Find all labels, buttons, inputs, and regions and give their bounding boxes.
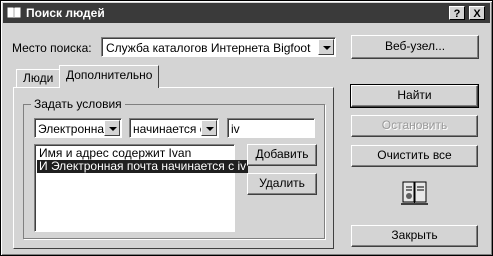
chevron-down-icon[interactable]	[104, 120, 120, 136]
window-title: Поиск людей	[26, 6, 105, 20]
chevron-down-icon[interactable]	[318, 39, 334, 55]
condition-value-input[interactable]: iv	[227, 118, 315, 138]
search-location-value: Служба каталогов Интернета Bigfoot	[106, 41, 311, 55]
address-book-icon	[401, 181, 428, 205]
remove-condition-button[interactable]: Удалить	[247, 173, 317, 195]
book-icon	[7, 7, 21, 18]
conditions-list[interactable]: Имя и адрес содержит Ivan И Электронная …	[34, 144, 249, 232]
field-select[interactable]: Электронная	[34, 118, 122, 138]
clear-all-button[interactable]: Очистить все	[351, 145, 478, 167]
condition-value-text: iv	[231, 122, 240, 136]
field-select-value: Электронная	[38, 122, 111, 136]
add-condition-button[interactable]: Добавить	[247, 144, 317, 166]
find-button[interactable]: Найти	[350, 84, 479, 108]
operator-select-value: начинается с	[133, 122, 206, 136]
tab-advanced[interactable]: Дополнительно	[59, 65, 160, 88]
conditions-group-label: Задать условия	[31, 97, 125, 111]
close-window-button[interactable]: X	[469, 6, 485, 20]
help-button[interactable]: ?	[449, 6, 465, 20]
chevron-down-icon[interactable]	[201, 120, 217, 136]
search-location-label: Место поиска:	[12, 41, 92, 55]
tab-people[interactable]: Люди	[16, 69, 61, 87]
title-bar: Поиск людей ? X	[3, 3, 490, 23]
people-search-window: Поиск людей ? X Место поиска: Служба кат…	[0, 0, 493, 256]
website-button[interactable]: Веб-узел...	[351, 35, 479, 59]
close-button[interactable]: Закрыть	[351, 225, 478, 247]
operator-select[interactable]: начинается с	[129, 118, 219, 138]
stop-button[interactable]: Остановить	[351, 115, 478, 137]
search-location-select[interactable]: Служба каталогов Интернета Bigfoot	[101, 37, 336, 57]
list-item-selected[interactable]: И Электронная почта начинается с iv	[37, 160, 249, 173]
